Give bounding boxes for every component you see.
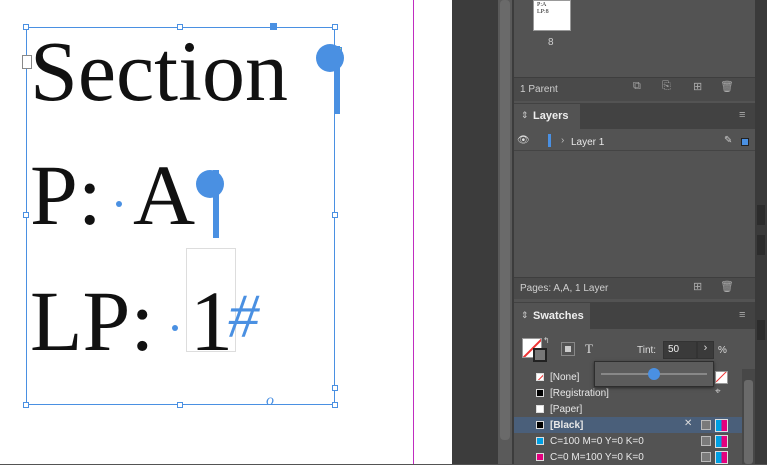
- swatch-name: [Black]: [550, 420, 584, 431]
- right-dock-tab[interactable]: [757, 235, 765, 255]
- dock-scrollbar-thumb[interactable]: [500, 0, 510, 440]
- frame-handle-tr[interactable]: [332, 24, 338, 30]
- edit-page-size-icon[interactable]: ⧉: [633, 80, 641, 93]
- right-dock-strip: [755, 0, 767, 464]
- swatch-row[interactable]: [Registration] ⌖: [514, 385, 742, 401]
- parent-count: 1 Parent: [520, 84, 558, 95]
- overset-marker: o: [266, 392, 274, 409]
- swatch-name: C=100 M=0 Y=0 K=0: [550, 436, 644, 447]
- page-number-label: 8: [548, 37, 554, 48]
- delete-layer-icon[interactable]: 🗑: [720, 280, 734, 293]
- new-page-icon[interactable]: ⊞: [693, 80, 702, 93]
- registration-icon: ⌖: [715, 386, 721, 397]
- page-number-marker: #: [228, 283, 259, 351]
- frame-handle-tl[interactable]: [23, 24, 29, 30]
- panel-menu-icon[interactable]: ≡: [739, 109, 745, 121]
- cmyk-icon: [715, 419, 728, 432]
- frame-handle-br[interactable]: [332, 402, 338, 408]
- new-layer-icon[interactable]: ⊞: [693, 280, 702, 293]
- layers-title: Layers: [533, 110, 569, 122]
- cmyk-icon: [715, 435, 728, 448]
- frame-handle-l[interactable]: [23, 212, 29, 218]
- process-color-icon: [701, 452, 711, 462]
- eye-icon[interactable]: 👁: [517, 135, 530, 146]
- text-formatting-icon[interactable]: T: [585, 341, 593, 357]
- swatch-row-selected[interactable]: [Black] ✕: [514, 417, 742, 433]
- chevron-right-icon[interactable]: ›: [561, 135, 564, 146]
- swatch-chip-none: [536, 373, 544, 381]
- delete-page-icon[interactable]: 🗑: [720, 80, 734, 93]
- layer-color-swatch: [548, 134, 551, 147]
- pilcrow-stem-2: [213, 170, 219, 238]
- tint-dropdown-button[interactable]: ›: [697, 341, 714, 359]
- swatch-name: [None]: [550, 372, 580, 383]
- swatch-chip-cyan: [536, 437, 544, 445]
- tint-slider-thumb[interactable]: [648, 368, 660, 380]
- text-line-p-label: P:: [30, 147, 102, 243]
- swatches-title: Swatches: [533, 310, 584, 322]
- percent-label: %: [718, 345, 727, 356]
- layer-selection-indicator[interactable]: [741, 138, 749, 146]
- swatch-name: [Paper]: [550, 404, 583, 415]
- tint-input[interactable]: 50: [663, 341, 697, 359]
- panel-menu-icon[interactable]: ≡: [739, 309, 745, 321]
- thumb-line: P:A: [537, 2, 547, 8]
- page-bleed-edge: [413, 0, 452, 464]
- text-line-section: Section: [30, 23, 288, 119]
- space-marker-2: [172, 325, 178, 331]
- process-color-icon: [701, 420, 711, 430]
- swatch-chip-registration: [536, 389, 544, 397]
- move-pages-icon[interactable]: ⎘: [662, 80, 671, 93]
- swatch-chip-paper: [536, 405, 544, 413]
- swatch-chip-black: [536, 421, 544, 429]
- container-icon[interactable]: [561, 342, 575, 356]
- right-dock-tab[interactable]: [757, 320, 765, 340]
- text-line-p-value: A: [133, 147, 196, 243]
- cmyk-icon: [715, 451, 728, 464]
- swatch-row[interactable]: C=100 M=0 Y=0 K=0: [514, 433, 742, 449]
- tint-label: Tint:: [637, 345, 657, 356]
- layers-status: Pages: A,A, 1 Layer: [520, 283, 609, 294]
- layer-name[interactable]: Layer 1: [571, 137, 604, 148]
- stroke-swatch[interactable]: [533, 348, 547, 362]
- thumb-line: LP:8: [537, 9, 549, 15]
- layers-list: [514, 130, 755, 276]
- text-line-lp-label: LP:: [30, 273, 155, 369]
- right-dock-tab[interactable]: [757, 205, 765, 225]
- frame-handle-bl[interactable]: [23, 402, 29, 408]
- collapse-icon[interactable]: ⇕: [521, 110, 529, 121]
- swap-icon[interactable]: ↰: [543, 336, 550, 345]
- swatch-name: C=0 M=100 Y=0 K=0: [550, 452, 644, 463]
- swatch-row[interactable]: C=0 M=100 Y=0 K=0: [514, 449, 742, 465]
- pilcrow-stem: [334, 46, 340, 114]
- pilcrow-bowl-2: [196, 170, 224, 198]
- space-marker: [116, 201, 122, 207]
- process-color-icon: [701, 436, 711, 446]
- frame-handle-br-out[interactable]: [332, 385, 338, 391]
- swatch-name: [Registration]: [550, 388, 609, 399]
- edit-lock-icon: ✕: [684, 418, 693, 429]
- frame-handle-r[interactable]: [332, 212, 338, 218]
- none-icon: [715, 371, 728, 384]
- page-thumbnail[interactable]: P:A LP:8: [533, 0, 571, 31]
- frame-handle-b[interactable]: [177, 402, 183, 408]
- collapse-icon[interactable]: ⇕: [521, 310, 529, 321]
- swatch-scrollbar-thumb[interactable]: [744, 380, 753, 464]
- swatch-row[interactable]: [Paper]: [514, 401, 742, 417]
- pen-icon: ✎: [724, 135, 733, 146]
- swatch-chip-magenta: [536, 453, 544, 461]
- text-line-lp-value: 1: [190, 273, 233, 369]
